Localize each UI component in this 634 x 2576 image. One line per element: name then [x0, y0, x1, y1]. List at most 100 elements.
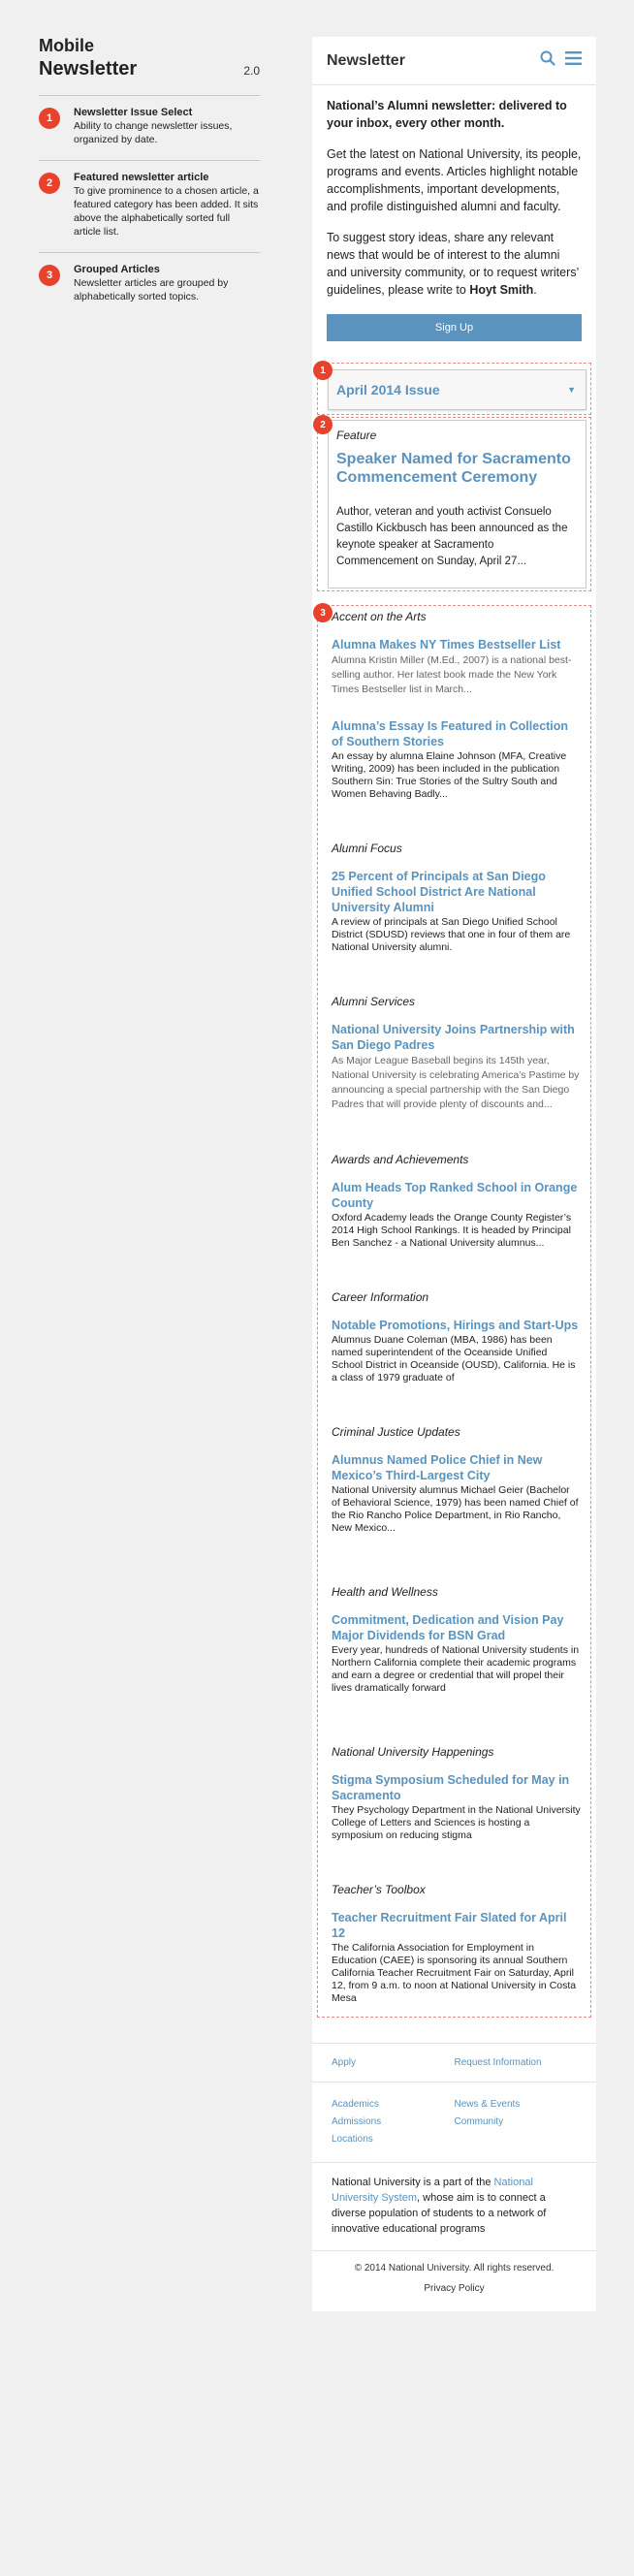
article-headline-link[interactable]: Alumnus Named Police Chief in New Mexico…: [332, 1452, 581, 1483]
group-category: Health and Wellness: [332, 1585, 438, 1599]
featured-desc: Author, veteran and youth activist Consu…: [336, 506, 568, 567]
mobile-screen: Newsletter National’s Alumni newsletter:…: [312, 37, 596, 2311]
issue-select-section: 1 April 2014 Issue ▼: [313, 361, 591, 415]
article-group: Accent on the Arts Alumna Makes NY Times…: [332, 610, 581, 801]
annotation-desc: To give prominence to a chosen article, …: [74, 185, 259, 238]
apply-link[interactable]: Apply: [332, 2057, 455, 2068]
contact-name: Hoyt Smith: [469, 283, 534, 297]
annotation-badge: 2: [39, 173, 60, 194]
group-category: Accent on the Arts: [332, 610, 427, 623]
article-item: Alumnus Named Police Chief in New Mexico…: [332, 1452, 581, 1535]
group-category: Career Information: [332, 1290, 429, 1304]
caret-down-icon: ▼: [567, 385, 576, 395]
annotation-title: Newsletter Issue Select: [74, 107, 193, 118]
group-category: Alumni Services: [332, 995, 416, 1008]
article-group: Alumni Focus 25 Percent of Principals at…: [332, 842, 581, 954]
annotation-title: Featured newsletter article: [74, 172, 209, 183]
article-item: Alumna’s Essay Is Featured in Collection…: [332, 718, 581, 801]
article-group: Alumni Services National University Join…: [332, 995, 581, 1112]
annotation-note: 2 Featured newsletter article To give pr…: [39, 161, 260, 253]
admissions-link[interactable]: Admissions: [332, 2114, 455, 2131]
article-item: National University Joins Partnership wi…: [332, 1022, 581, 1112]
article-headline-link[interactable]: Alumna Makes NY Times Bestseller List: [332, 637, 581, 652]
group-category: Criminal Justice Updates: [332, 1425, 460, 1439]
article-item: Alumna Makes NY Times Bestseller List Al…: [332, 637, 581, 697]
article-desc: As Major League Baseball begins its 145t…: [332, 1055, 580, 1110]
sign-up-button[interactable]: Sign Up: [327, 314, 582, 341]
article-group: Career Information Notable Promotions, H…: [332, 1290, 581, 1384]
article-headline-link[interactable]: Teacher Recruitment Fair Slated for Apri…: [332, 1910, 581, 1941]
annotation-badge: 1: [313, 361, 333, 380]
copyright: © 2014 National University. All rights r…: [354, 2263, 555, 2274]
grouped-articles-section: 3 Accent on the Arts Alumna Makes NY Tim…: [313, 603, 591, 2018]
annotation-desc: Ability to change newsletter issues, org…: [74, 120, 233, 145]
news-events-link[interactable]: News & Events: [455, 2096, 578, 2114]
doc-title-line1: Mobile: [39, 36, 94, 55]
footer: Apply Request Information Academics Admi…: [312, 2043, 596, 2311]
locations-link[interactable]: Locations: [332, 2131, 455, 2148]
article-group: Health and Wellness Commitment, Dedicati…: [332, 1585, 581, 1695]
article-desc: The California Association for Employmen…: [332, 1942, 577, 2004]
group-category: Awards and Achievements: [332, 1153, 469, 1166]
featured-headline-link[interactable]: Speaker Named for Sacramento Commencemen…: [336, 450, 578, 487]
article-desc: Alumnus Duane Coleman (MBA, 1986) has be…: [332, 1334, 576, 1383]
doc-version: 2.0: [243, 64, 260, 78]
featured-section: 2 Feature Speaker Named for Sacramento C…: [313, 415, 591, 591]
article-group: Teacher’s Toolbox Teacher Recruitment Fa…: [332, 1883, 581, 2005]
doc-title-line2: Newsletter: [39, 58, 138, 80]
article-item: Teacher Recruitment Fair Slated for Apri…: [332, 1910, 581, 2005]
featured-category: Feature: [336, 429, 377, 442]
annotation-note: 3 Grouped Articles Newsletter articles a…: [39, 253, 260, 317]
group-category: Teacher’s Toolbox: [332, 1883, 426, 1896]
group-category: Alumni Focus: [332, 842, 402, 855]
article-group: National University Happenings Stigma Sy…: [332, 1745, 581, 1842]
app-header: Newsletter: [312, 37, 596, 85]
article-item: Commitment, Dedication and Vision Pay Ma…: [332, 1612, 581, 1695]
about-text-start: National University is a part of the: [332, 2177, 494, 2188]
page-title: Newsletter: [327, 51, 405, 69]
annotation-badge: 1: [39, 108, 60, 129]
annotation-badge: 2: [313, 415, 333, 434]
article-desc: Every year, hundreds of National Univers…: [332, 1644, 580, 1694]
article-headline-link[interactable]: Stigma Symposium Scheduled for May in Sa…: [332, 1772, 581, 1803]
annotation-title: Grouped Articles: [74, 264, 160, 275]
intro-paragraph: Get the latest on National University, i…: [327, 147, 582, 213]
article-desc: An essay by alumna Elaine Johnson (MFA, …: [332, 750, 567, 800]
issue-select-dropdown[interactable]: April 2014 Issue ▼: [328, 369, 586, 410]
article-item: Alum Heads Top Ranked School in Orange C…: [332, 1180, 581, 1250]
article-headline-link[interactable]: Alumna’s Essay Is Featured in Collection…: [332, 718, 581, 749]
annotation-note: 1 Newsletter Issue Select Ability to cha…: [39, 96, 260, 161]
intro-section: National’s Alumni newsletter: delivered …: [312, 85, 596, 299]
article-headline-link[interactable]: Commitment, Dedication and Vision Pay Ma…: [332, 1612, 581, 1643]
article-headline-link[interactable]: 25 Percent of Principals at San Diego Un…: [332, 869, 581, 915]
annotation-panel: Mobile Newsletter 2.0 1 Newsletter Issue…: [39, 35, 260, 317]
article-headline-link[interactable]: Alum Heads Top Ranked School in Orange C…: [332, 1180, 581, 1211]
annotation-badge: 3: [313, 603, 333, 622]
featured-article: Feature Speaker Named for Sacramento Com…: [328, 420, 586, 588]
article-headline-link[interactable]: Notable Promotions, Hirings and Start-Up…: [332, 1318, 581, 1333]
intro-lead: National’s Alumni newsletter: delivered …: [327, 99, 567, 130]
article-item: 25 Percent of Principals at San Diego Un…: [332, 869, 581, 954]
request-information-link[interactable]: Request Information: [455, 2057, 578, 2068]
article-desc: A review of principals at San Diego Unif…: [332, 916, 571, 953]
intro-suggest-text: To suggest story ideas, share any releva…: [327, 231, 579, 297]
intro-suggest-end: .: [533, 283, 537, 297]
article-item: Notable Promotions, Hirings and Start-Up…: [332, 1318, 581, 1384]
article-desc: Oxford Academy leads the Orange County R…: [332, 1212, 572, 1249]
hamburger-menu-icon[interactable]: [565, 51, 582, 70]
issue-select-value: April 2014 Issue: [336, 382, 440, 398]
academics-link[interactable]: Academics: [332, 2096, 455, 2114]
article-item: Stigma Symposium Scheduled for May in Sa…: [332, 1772, 581, 1842]
article-group: Awards and Achievements Alum Heads Top R…: [332, 1153, 581, 1250]
article-headline-link[interactable]: National University Joins Partnership wi…: [332, 1022, 581, 1053]
article-desc: Alumna Kristin Miller (M.Ed., 2007) is a…: [332, 654, 572, 695]
article-group: Criminal Justice Updates Alumnus Named P…: [332, 1425, 581, 1535]
privacy-policy-link[interactable]: Privacy Policy: [312, 2274, 596, 2311]
search-icon[interactable]: [540, 50, 555, 71]
about-text: National University is a part of the Nat…: [312, 2163, 596, 2237]
annotation-desc: Newsletter articles are grouped by alpha…: [74, 277, 229, 302]
intro-suggest-paragraph: To suggest story ideas, share any releva…: [327, 229, 582, 299]
article-desc: They Psychology Department in the Nation…: [332, 1804, 581, 1841]
community-link[interactable]: Community: [455, 2114, 578, 2131]
article-desc: National University alumnus Michael Geie…: [332, 1484, 579, 1534]
